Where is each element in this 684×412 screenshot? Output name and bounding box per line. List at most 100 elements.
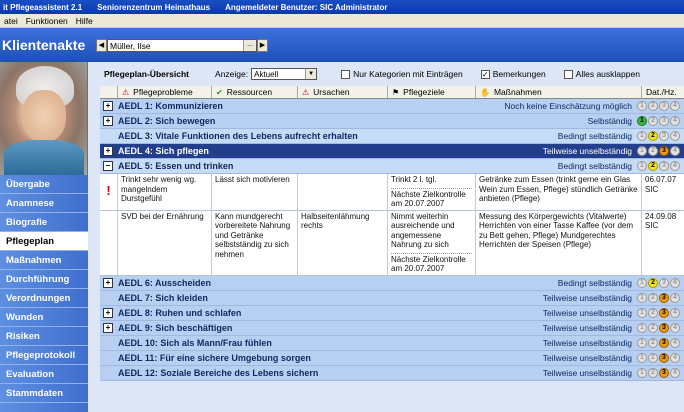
expand-icon[interactable]: + bbox=[103, 277, 113, 288]
expand-icon[interactable]: + bbox=[103, 101, 113, 111]
sidebar-item[interactable]: Maßnahmen bbox=[0, 251, 88, 270]
next-client-button[interactable]: ▶ bbox=[257, 38, 268, 52]
menu-bar: atei Funktionen Hilfe bbox=[0, 14, 684, 28]
col-ursachen[interactable]: ⚠ Ursachen bbox=[298, 86, 388, 98]
level-dot-4: 4 bbox=[670, 116, 680, 126]
aedl-status: Bedingt selbständig bbox=[557, 131, 632, 141]
aedl-row[interactable]: + AEDL 2: Sich bewegen Selbständig 1 2 3 4 bbox=[100, 114, 684, 129]
level-indicator: 1234 bbox=[636, 161, 680, 171]
cell-ressource: Kann mundgerecht vorbereitete Nahrung un… bbox=[212, 210, 298, 275]
aedl-title: AEDL 2: Sich bewegen bbox=[118, 116, 216, 126]
level-dot-1: 1 bbox=[637, 307, 647, 318]
menu-help[interactable]: Hilfe bbox=[72, 16, 97, 26]
col-datum-hz[interactable]: Dat./Hz. bbox=[642, 86, 684, 98]
aedl-status: Noch keine Einschätzung möglich bbox=[504, 101, 632, 111]
level-dot-2: 2 bbox=[648, 322, 658, 333]
aedl-row[interactable]: AEDL 10: Sich als Mann/Frau fühlen Teilwe… bbox=[100, 335, 684, 351]
aedl-row[interactable]: + AEDL 1: Kommunizieren Noch keine Einschä… bbox=[100, 99, 684, 114]
bemerkungen-checkbox[interactable]: ✓ bbox=[480, 69, 490, 79]
level-indicator: 1234 bbox=[636, 146, 680, 156]
expand-icon[interactable]: + bbox=[103, 307, 113, 318]
sidebar-item[interactable]: Risiken bbox=[0, 327, 88, 346]
sidebar-item[interactable]: Pflegeprotokoll bbox=[0, 346, 88, 365]
nur-kategorien-checkbox[interactable] bbox=[341, 69, 351, 79]
level-dot-2: 2 bbox=[648, 307, 658, 318]
alles-ausklappen-label: Alles ausklappen bbox=[575, 69, 640, 79]
aedl-row[interactable]: + AEDL 9: Sich beschäftigen Teilweise unse… bbox=[100, 320, 684, 336]
expand-icon[interactable]: + bbox=[103, 146, 113, 156]
client-search-button[interactable]: ... bbox=[243, 39, 256, 51]
level-dot-4: 4 bbox=[670, 146, 680, 156]
cell-problem-text: SVD bei der Ernährung bbox=[121, 211, 204, 221]
col-ressourcen[interactable]: ✔ Ressourcen bbox=[212, 86, 298, 98]
prev-client-button[interactable]: ◀ bbox=[96, 38, 107, 52]
cell-datum-text: 24.09.08 bbox=[645, 211, 677, 221]
main-panel: Pflegeplan-Übersicht Anzeige: Aktuell ▼ N… bbox=[88, 62, 684, 412]
col-pflegeprobleme[interactable]: ⚠ Pflegeprobleme bbox=[118, 86, 212, 98]
title-bar: it Pflegeassistent 2.1 Seniorenzentrum H… bbox=[0, 0, 684, 14]
alles-ausklappen-checkbox[interactable] bbox=[563, 69, 573, 79]
sidebar-item[interactable]: Verordnungen bbox=[0, 289, 88, 308]
aedl-row[interactable]: AEDL 11: Für eine sichere Umgebung sorge… bbox=[100, 350, 684, 366]
handzeichen-text: SIC bbox=[645, 184, 659, 194]
sidebar-item[interactable]: Pflegeplan bbox=[0, 232, 88, 251]
level-dot-3: 3 bbox=[659, 352, 669, 363]
menu-file[interactable]: atei bbox=[0, 16, 22, 26]
aedl-status: Selbständig bbox=[587, 116, 632, 126]
level-dot-4: 4 bbox=[670, 131, 680, 141]
handzeichen-text: SIC bbox=[645, 221, 659, 230]
cell-problem: SVD bei der Ernährung bbox=[118, 210, 212, 275]
level-dot-2: 2 bbox=[648, 116, 658, 126]
col-massnahmen[interactable]: ✋ Maßnahmen bbox=[476, 86, 642, 98]
cell-datum: 06.07.07 SIC bbox=[642, 174, 684, 210]
sidebar-item[interactable]: Stammdaten bbox=[0, 384, 88, 403]
cell-ursache: Halbseitenlähmung rechts bbox=[298, 210, 388, 275]
sidebar-item[interactable]: Evaluation bbox=[0, 365, 88, 384]
level-indicator: 1234 bbox=[636, 101, 680, 111]
level-dot-2: 2 bbox=[648, 352, 658, 363]
cell-datum-text: 06.07.07 bbox=[645, 175, 677, 184]
client-name: Müller, Ilse bbox=[110, 40, 151, 51]
detail-row[interactable]: SVD bei der Ernährung Kann mundgerecht vo… bbox=[100, 210, 684, 276]
aedl-title: AEDL 4: Sich pflegen bbox=[118, 146, 209, 156]
aedl-row[interactable]: + AEDL 6: Ausscheiden Bedingt selbständig 1… bbox=[100, 275, 684, 291]
level-dot-4: 4 bbox=[670, 277, 680, 288]
level-dot-1: 1 bbox=[637, 161, 647, 171]
aedl-row[interactable]: + AEDL 4: Sich pflegen Teilweise unselbstä… bbox=[100, 144, 684, 159]
collapse-icon[interactable]: − bbox=[103, 161, 113, 171]
detail-row[interactable]: ! Trinkt sehr wenig wg. mangelndem Durstg… bbox=[100, 174, 684, 211]
aedl-row[interactable]: + AEDL 8: Ruhen und schlafen Teilweise uns… bbox=[100, 305, 684, 321]
sidebar-item[interactable]: Wunden bbox=[0, 308, 88, 327]
aedl-title: AEDL 5: Essen und trinken bbox=[118, 161, 234, 171]
aedl-row[interactable]: − AEDL 5: Essen und trinken Bedingt selbst… bbox=[100, 159, 684, 174]
level-dot-2: 2 bbox=[648, 367, 658, 378]
zielkontrolle-text: Nächste Zielkontrolle am 20.07.2007 bbox=[391, 252, 472, 274]
level-dot-2: 2 bbox=[648, 101, 658, 111]
aedl-row[interactable]: AEDL 12: Soziale Bereiche des Lebens sic… bbox=[100, 365, 684, 381]
level-indicator: 1234 bbox=[636, 337, 680, 348]
client-selector[interactable]: Müller, Ilse ... bbox=[107, 38, 257, 52]
level-indicator: 1234 bbox=[636, 322, 680, 333]
col-pflegeziele[interactable]: ⚑ Pflegeziele bbox=[388, 86, 476, 98]
aedl-row[interactable]: AEDL 3: Vitale Funktionen des Lebens auf… bbox=[100, 129, 684, 144]
sidebar-item[interactable]: Durchführung bbox=[0, 270, 88, 289]
menu-functions[interactable]: Funktionen bbox=[22, 16, 72, 26]
sidebar-item[interactable]: Übergabe bbox=[0, 175, 88, 194]
expand-icon[interactable]: + bbox=[103, 116, 113, 126]
aedl-row[interactable]: AEDL 7: Sich kleiden Teilweise unselbstän… bbox=[100, 290, 684, 306]
aedl-status: Teilweise unselbständig bbox=[542, 292, 632, 303]
level-indicator: 1234 bbox=[636, 292, 680, 303]
expand-icon[interactable]: + bbox=[103, 322, 113, 333]
level-dot-3: 3 bbox=[659, 307, 669, 318]
anzeige-select[interactable]: Aktuell ▼ bbox=[251, 68, 318, 80]
level-dot-1: 1 bbox=[637, 337, 647, 348]
sidebar-item[interactable]: Biografie bbox=[0, 213, 88, 232]
cell-massnahme-text: Getränke zum Essen (trinkt gerne ein Gla… bbox=[479, 175, 638, 203]
level-dot-4: 4 bbox=[670, 322, 680, 333]
triangle-left-icon: ◀ bbox=[98, 42, 105, 49]
exclamation-icon bbox=[100, 210, 118, 275]
app-title: it Pflegeassistent 2.1 bbox=[3, 2, 83, 12]
facility-name: Seniorenzentrum Heimathaus bbox=[97, 2, 211, 12]
level-dot-4: 4 bbox=[670, 101, 680, 111]
sidebar-item[interactable]: Anamnese bbox=[0, 194, 88, 213]
